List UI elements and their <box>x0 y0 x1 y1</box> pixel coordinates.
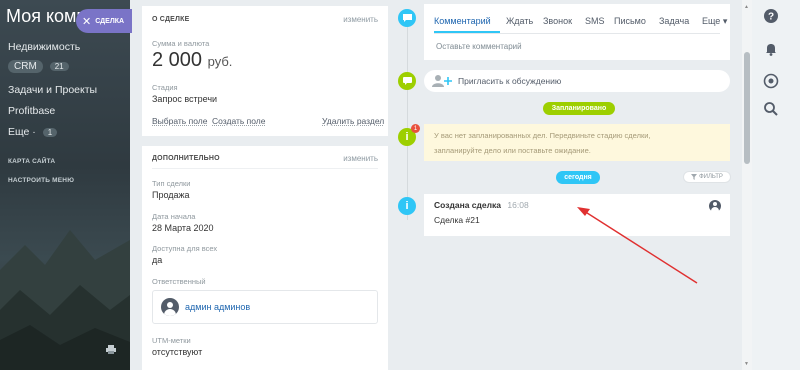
create-field-link[interactable]: Создать поле <box>212 116 266 126</box>
deal-type-value[interactable]: Продажа <box>152 190 190 200</box>
responsible-label: Ответственный <box>152 277 206 286</box>
configure-menu-link[interactable]: НАСТРОИТЬ МЕНЮ <box>8 177 74 184</box>
about-deal-card: О СДЕЛКЕ изменить Сумма и валюта 2 000 р… <box>142 6 388 136</box>
invite-to-discussion[interactable]: Пригласить к обсуждению <box>424 70 730 92</box>
event-time: 16:08 <box>507 200 529 210</box>
funnel-icon <box>691 174 698 180</box>
scroll-down-arrow-icon[interactable]: ▼ <box>744 361 749 367</box>
amount-value[interactable]: 2 000 руб. <box>152 49 232 72</box>
comment-input[interactable]: Оставьте комментарий <box>436 42 522 51</box>
deal-number[interactable]: Сделка #21 <box>434 215 480 225</box>
divider <box>434 33 720 34</box>
svg-text:?: ? <box>768 12 774 23</box>
responsible-box[interactable]: админ админов <box>152 290 378 324</box>
edit-link[interactable]: изменить <box>343 154 378 163</box>
divider <box>152 168 378 169</box>
warning-line: У вас нет запланированных дел. Передвинь… <box>434 131 651 140</box>
avatar <box>161 298 179 316</box>
close-icon: ✕ <box>82 15 92 28</box>
warning-line: запланируйте дело или поставьте ожидание… <box>434 146 591 155</box>
invite-label: Пригласить к обсуждению <box>458 76 562 86</box>
chat-bubble-icon <box>398 72 416 90</box>
tab-call[interactable]: Звонок <box>543 16 572 26</box>
sidebar-item-crm[interactable]: CRM 21 <box>8 60 69 73</box>
notification-badge: 1 <box>411 124 420 133</box>
left-sidebar: Моя компа Недвижимость CRM 21 Задачи и П… <box>0 0 130 370</box>
tab-email[interactable]: Письмо <box>614 16 646 26</box>
currency: руб. <box>207 54 233 69</box>
search-icon[interactable] <box>763 101 779 117</box>
avatar[interactable] <box>709 200 721 212</box>
tab-task[interactable]: Задача <box>659 16 689 26</box>
filter-label: ФИЛЬТР <box>699 174 723 180</box>
active-tab-indicator <box>434 31 500 33</box>
tab-sms[interactable]: SMS <box>585 16 605 26</box>
bell-icon[interactable] <box>763 41 779 57</box>
info-icon: i <box>398 197 416 215</box>
add-user-icon <box>432 75 452 87</box>
start-date-value[interactable]: 28 Марта 2020 <box>152 223 213 233</box>
help-icon[interactable]: ? <box>763 8 779 24</box>
additional-card: ДОПОЛНИТЕЛЬНО изменить Тип сделки Продаж… <box>142 146 388 370</box>
sidebar-item-more[interactable]: Еще · 1 <box>8 126 58 138</box>
choose-field-link[interactable]: Выбрать поле <box>152 116 207 126</box>
start-date-label: Дата начала <box>152 212 196 221</box>
sidebar-item-label: Еще · <box>8 126 36 138</box>
utm-value: отсутствуют <box>152 347 203 357</box>
card-title: О СДЕЛКЕ <box>152 16 190 23</box>
deal-created-event: Создана сделка 16:08 Сделка #21 <box>424 194 730 236</box>
amount-label: Сумма и валюта <box>152 39 210 48</box>
scroll-up-arrow-icon[interactable]: ▲ <box>744 4 749 10</box>
comment-icon <box>398 9 416 27</box>
printer-icon[interactable] <box>106 345 116 354</box>
sidebar-item-realty[interactable]: Недвижимость <box>8 41 80 53</box>
count-badge: 1 <box>42 127 58 137</box>
sidebar-item-tasks[interactable]: Задачи и Проекты <box>8 84 97 96</box>
no-activities-warning: У вас нет запланированных дел. Передвинь… <box>424 124 730 161</box>
tab-wait[interactable]: Ждать <box>506 16 533 26</box>
deal-type-label: Тип сделки <box>152 179 191 188</box>
responsible-user-link[interactable]: админ админов <box>185 302 250 312</box>
public-access-label: Доступна для всех <box>152 244 218 253</box>
utm-label: UTM-метки <box>152 336 191 345</box>
count-badge: 21 <box>49 61 69 71</box>
delete-section-link[interactable]: Удалить раздел <box>322 116 384 126</box>
edit-link[interactable]: изменить <box>343 15 378 24</box>
planned-section-label: Запланировано <box>543 102 615 115</box>
event-title-text: Создана сделка <box>434 200 502 210</box>
stage-value[interactable]: Запрос встречи <box>152 94 217 104</box>
amount-number: 2 000 <box>152 49 203 71</box>
scrollbar-thumb[interactable] <box>744 52 750 164</box>
event-title: Создана сделка 16:08 <box>434 200 529 210</box>
sidebar-item-profitbase[interactable]: Profitbase <box>8 105 55 117</box>
deal-button-label: СДЕЛКА <box>95 17 125 25</box>
chat-icon[interactable] <box>763 73 779 89</box>
site-map-link[interactable]: КАРТА САЙТА <box>8 158 55 165</box>
filter-button[interactable]: ФИЛЬТР <box>683 171 731 183</box>
timeline-line <box>407 20 408 220</box>
today-section-label: сегодня <box>556 171 600 184</box>
stage-label: Стадия <box>152 83 178 92</box>
tab-more[interactable]: Еще ▾ <box>702 16 727 27</box>
activity-editor: Комментарий Ждать Звонок SMS Письмо Зада… <box>424 4 730 60</box>
card-title: ДОПОЛНИТЕЛЬНО <box>152 155 220 162</box>
sidebar-item-label: CRM <box>8 60 43 73</box>
tab-comment[interactable]: Комментарий <box>434 16 491 26</box>
deal-close-button[interactable]: ✕ СДЕЛКА <box>76 9 132 33</box>
public-access-value[interactable]: да <box>152 255 162 265</box>
